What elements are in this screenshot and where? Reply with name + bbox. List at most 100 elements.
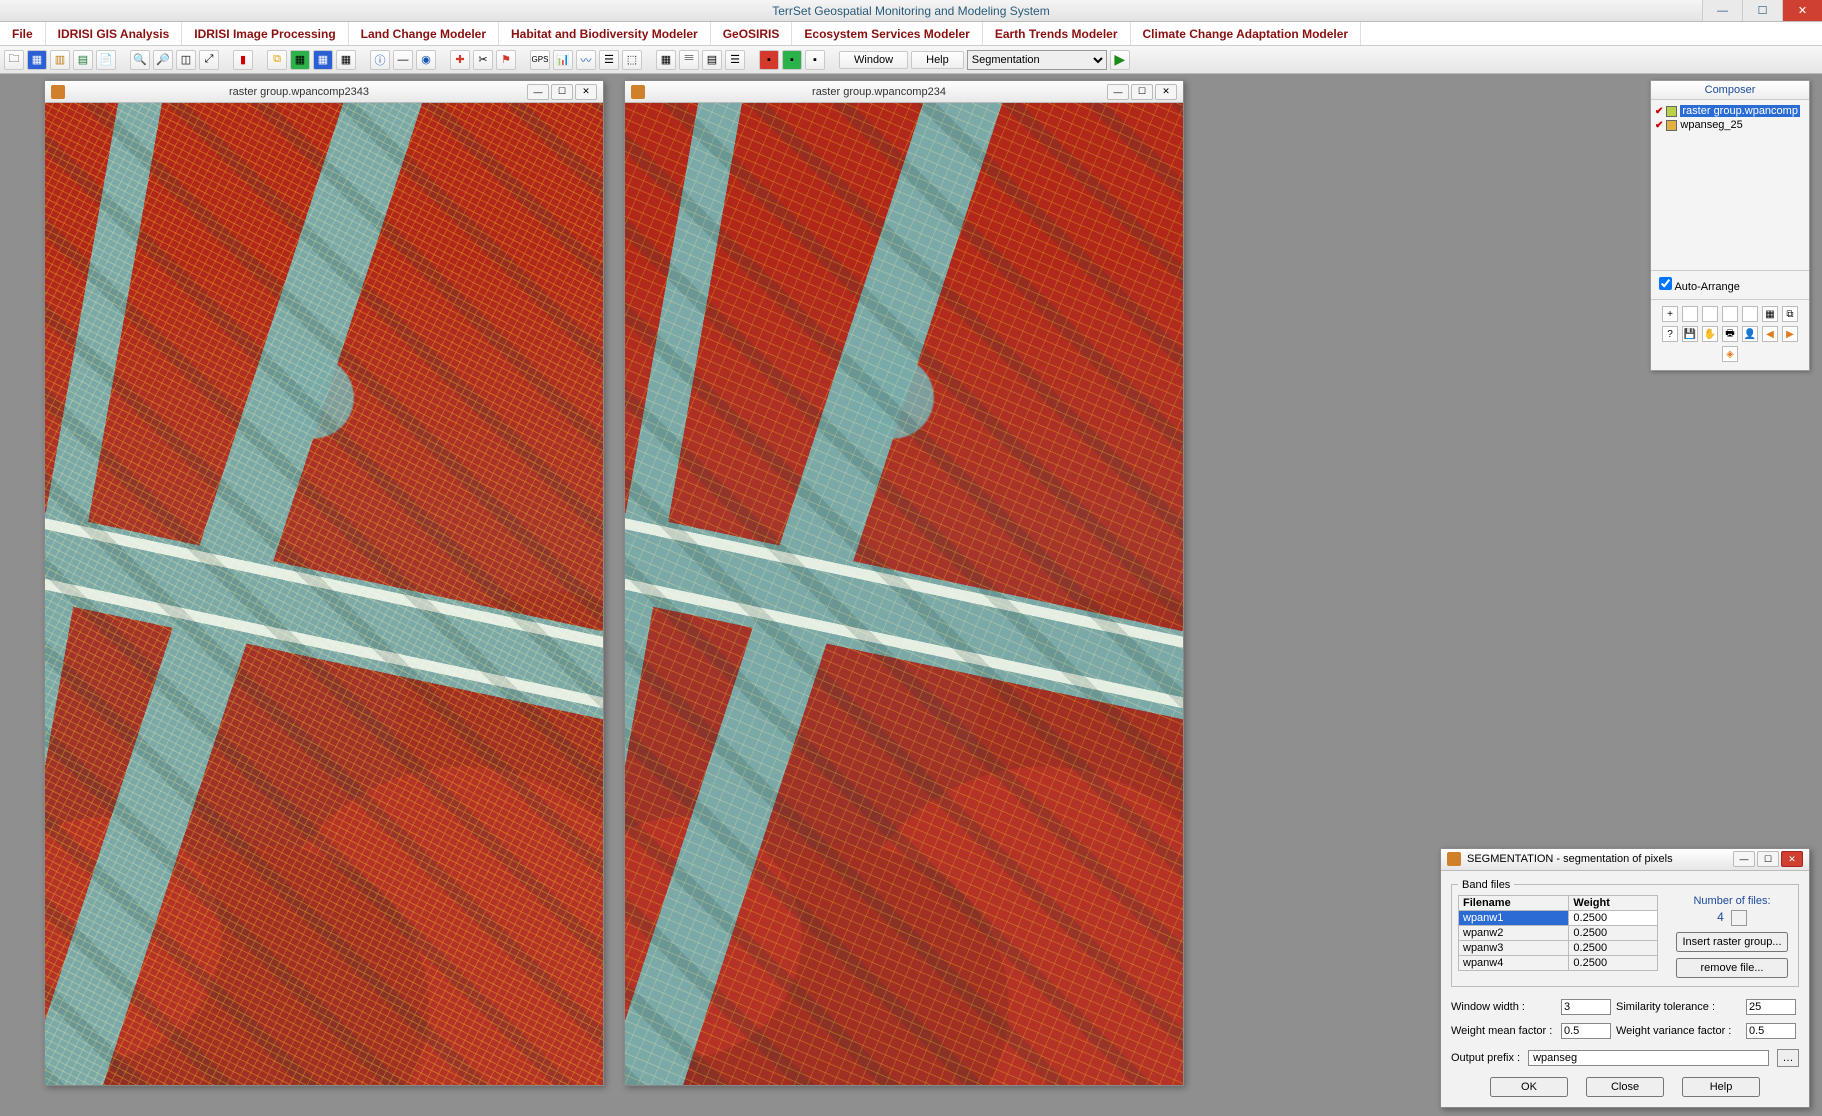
composer-tool-right-icon[interactable]: ▶ bbox=[1782, 326, 1798, 342]
tool-grid-c-icon[interactable]: ▦ bbox=[336, 50, 356, 70]
tool-zoom-out-icon[interactable]: 🔎 bbox=[153, 50, 173, 70]
tool-dash-icon[interactable]: — bbox=[393, 50, 413, 70]
composer-tool-center-icon[interactable]: ◈ bbox=[1722, 346, 1738, 362]
composer-layer-item[interactable]: ✔ raster group.wpancomp bbox=[1655, 104, 1805, 118]
tool-display-icon[interactable]: ▦ bbox=[27, 50, 47, 70]
raster-window-2-viewport[interactable] bbox=[625, 103, 1183, 1085]
menu-ecosystem[interactable]: Ecosystem Services Modeler bbox=[792, 22, 982, 45]
menu-geosiris[interactable]: GeOSIRIS bbox=[711, 22, 793, 45]
window-minimize-button[interactable]: — bbox=[1702, 0, 1742, 21]
tool-table-c-icon[interactable]: ▤ bbox=[702, 50, 722, 70]
menu-land-change[interactable]: Land Change Modeler bbox=[349, 22, 499, 45]
composer-tool-grid-icon[interactable]: ▦ bbox=[1762, 306, 1778, 322]
composer-tool-print-icon[interactable]: 🖶 bbox=[1722, 326, 1738, 342]
table-row[interactable]: wpanw3 0.2500 bbox=[1459, 940, 1658, 955]
ok-button[interactable]: OK bbox=[1490, 1077, 1568, 1097]
toolbar-window-menu[interactable]: Window bbox=[839, 51, 908, 69]
menu-climate[interactable]: Climate Change Adaptation Modeler bbox=[1131, 22, 1362, 45]
help-button[interactable]: Help bbox=[1682, 1077, 1760, 1097]
toolbar-module-select[interactable]: Segmentation bbox=[967, 50, 1107, 70]
tool-zoom-window-icon[interactable]: ◫ bbox=[176, 50, 196, 70]
raster-window-2-minimize[interactable]: — bbox=[1107, 84, 1129, 100]
composer-tool-query-icon[interactable]: ? bbox=[1662, 326, 1678, 342]
segmentation-dialog-close[interactable]: ✕ bbox=[1781, 851, 1803, 867]
table-row[interactable]: wpanw2 0.2500 bbox=[1459, 925, 1658, 940]
raster-window-1-titlebar[interactable]: raster group.wpancomp2343 — ☐ ✕ bbox=[45, 81, 603, 103]
menu-idrisi-image[interactable]: IDRISI Image Processing bbox=[182, 22, 348, 45]
tool-flag-icon[interactable]: ⚑ bbox=[496, 50, 516, 70]
menu-habitat[interactable]: Habitat and Biodiversity Modeler bbox=[499, 22, 711, 45]
number-of-files-stepper[interactable] bbox=[1731, 910, 1747, 926]
tool-legend-icon[interactable]: ☰ bbox=[725, 50, 745, 70]
tool-open-icon[interactable]: 📄 bbox=[96, 50, 116, 70]
menu-earth-trends[interactable]: Earth Trends Modeler bbox=[983, 22, 1131, 45]
tool-hist-icon[interactable]: ⬚ bbox=[622, 50, 642, 70]
composer-tool-save-icon[interactable]: 💾 bbox=[1682, 326, 1698, 342]
window-width-input[interactable] bbox=[1561, 999, 1611, 1015]
tool-plus-icon[interactable]: ✚ bbox=[450, 50, 470, 70]
tool-stack-icon[interactable]: ☰ bbox=[599, 50, 619, 70]
tool-chart-icon[interactable]: 📊 bbox=[553, 50, 573, 70]
tool-grid-a-icon[interactable]: ▦ bbox=[290, 50, 310, 70]
similarity-tolerance-input[interactable] bbox=[1746, 999, 1796, 1015]
tool-full-extent-icon[interactable]: ⤢ bbox=[199, 50, 219, 70]
table-row[interactable]: wpanw4 0.2500 bbox=[1459, 955, 1658, 970]
window-maximize-button[interactable]: ☐ bbox=[1742, 0, 1782, 21]
auto-arrange-checkbox-label[interactable]: Auto-Arrange bbox=[1659, 281, 1740, 293]
tool-target-icon[interactable]: ◉ bbox=[416, 50, 436, 70]
band-files-table[interactable]: Filename Weight wpanw1 0.2500 wpanw2 0.2… bbox=[1458, 895, 1658, 971]
tool-table-a-icon[interactable]: ▦ bbox=[656, 50, 676, 70]
menu-file[interactable]: File bbox=[0, 22, 46, 45]
tool-table-b-icon[interactable]: 𝄘 bbox=[679, 50, 699, 70]
composer-tool-copy-icon[interactable]: ⧉ bbox=[1782, 306, 1798, 322]
dialog-icon bbox=[1447, 852, 1461, 866]
tool-palette-b-icon[interactable]: ▪ bbox=[782, 50, 802, 70]
raster-window-1-minimize[interactable]: — bbox=[527, 84, 549, 100]
menu-idrisi-gis[interactable]: IDRISI GIS Analysis bbox=[46, 22, 183, 45]
output-prefix-browse-button[interactable]: … bbox=[1777, 1049, 1799, 1067]
tool-grid-b-icon[interactable]: ▦ bbox=[313, 50, 333, 70]
composer-tool-blue-icon[interactable] bbox=[1742, 306, 1758, 322]
tool-wave-icon[interactable]: 〰 bbox=[576, 50, 596, 70]
raster-window-2-close[interactable]: ✕ bbox=[1155, 84, 1177, 100]
remove-file-button[interactable]: remove file... bbox=[1676, 958, 1788, 978]
raster-window-1-viewport[interactable] bbox=[45, 103, 603, 1085]
raster-window-2-maximize[interactable]: ☐ bbox=[1131, 84, 1153, 100]
output-prefix-input[interactable] bbox=[1528, 1050, 1769, 1066]
table-row[interactable]: wpanw1 0.2500 bbox=[1459, 910, 1658, 925]
weight-mean-input[interactable] bbox=[1561, 1023, 1611, 1039]
composer-tool-cyan-icon[interactable] bbox=[1682, 306, 1698, 322]
tool-layers-icon[interactable]: ▤ bbox=[73, 50, 93, 70]
tool-cut-icon[interactable]: ✂ bbox=[473, 50, 493, 70]
raster-window-1-close[interactable]: ✕ bbox=[575, 84, 597, 100]
raster-window-1-maximize[interactable]: ☐ bbox=[551, 84, 573, 100]
insert-raster-group-button[interactable]: Insert raster group... bbox=[1676, 932, 1788, 952]
composer-tool-person-icon[interactable]: 👤 bbox=[1742, 326, 1758, 342]
tool-collection-icon[interactable]: ▥ bbox=[50, 50, 70, 70]
tool-palette-a-icon[interactable]: ▪ bbox=[759, 50, 779, 70]
tool-explorer-icon[interactable]: 🗀 bbox=[4, 50, 24, 70]
auto-arrange-checkbox[interactable] bbox=[1659, 277, 1672, 290]
raster-window-2-titlebar[interactable]: raster group.wpancomp234 — ☐ ✕ bbox=[625, 81, 1183, 103]
composer-layer-item[interactable]: ✔ wpanseg_25 bbox=[1655, 118, 1805, 132]
tool-zoom-in-icon[interactable]: 🔍 bbox=[130, 50, 150, 70]
close-button[interactable]: Close bbox=[1586, 1077, 1664, 1097]
segmentation-dialog-maximize[interactable]: ☐ bbox=[1757, 851, 1779, 867]
window-close-button[interactable]: ✕ bbox=[1782, 0, 1822, 21]
segmentation-dialog-titlebar[interactable]: SEGMENTATION - segmentation of pixels — … bbox=[1441, 849, 1809, 871]
tool-pan-first-icon[interactable]: ⧉ bbox=[267, 50, 287, 70]
composer-add-layer-icon[interactable]: + bbox=[1662, 306, 1678, 322]
composer-tool-red-icon[interactable] bbox=[1702, 306, 1718, 322]
tool-info-icon[interactable]: ⓘ bbox=[370, 50, 390, 70]
window-width-label: Window width : bbox=[1451, 1001, 1561, 1013]
tool-pointer-icon[interactable]: ▮ bbox=[233, 50, 253, 70]
tool-palette-c-icon[interactable]: ▪ bbox=[805, 50, 825, 70]
segmentation-dialog-minimize[interactable]: — bbox=[1733, 851, 1755, 867]
weight-variance-input[interactable] bbox=[1746, 1023, 1796, 1039]
composer-tool-left-icon[interactable]: ◀ bbox=[1762, 326, 1778, 342]
composer-tool-lime-icon[interactable] bbox=[1722, 306, 1738, 322]
toolbar-help-menu[interactable]: Help bbox=[911, 51, 964, 69]
toolbar-run-button[interactable]: ▶ bbox=[1110, 50, 1130, 70]
tool-gps-icon[interactable]: GPS bbox=[530, 50, 550, 70]
composer-tool-hand-icon[interactable]: ✋ bbox=[1702, 326, 1718, 342]
